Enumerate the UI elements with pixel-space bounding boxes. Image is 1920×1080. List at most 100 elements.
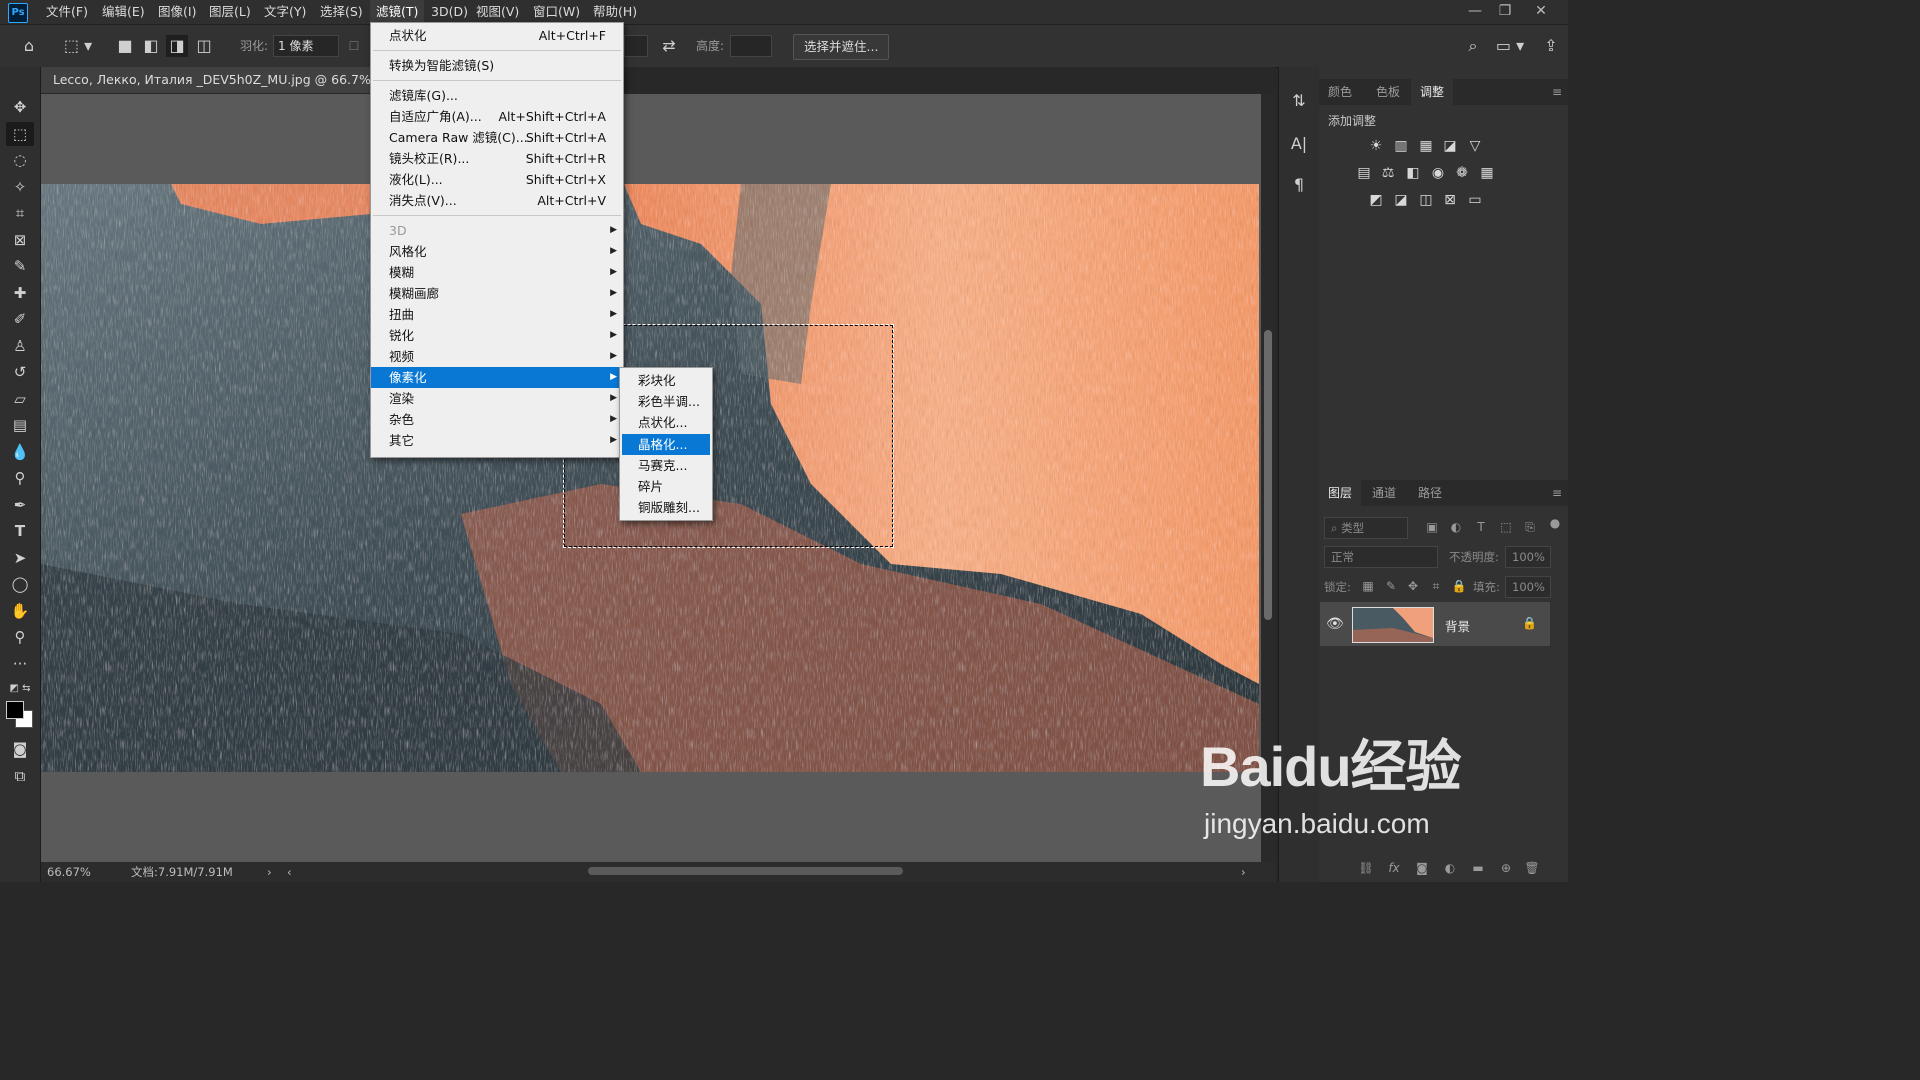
hand-tool-icon[interactable]: ✋ <box>6 599 34 623</box>
filter-toggle-icon[interactable]: ● <box>1546 514 1564 532</box>
brightness-contrast-icon[interactable]: ☀ <box>1366 136 1386 156</box>
scroll-left-icon[interactable]: ‹ <box>287 862 292 882</box>
channel-mixer-icon[interactable]: ❁ <box>1452 163 1472 183</box>
height-field[interactable] <box>730 35 772 57</box>
filter-menu-item[interactable]: 其它 ▶ <box>371 430 623 451</box>
filter-menu-item[interactable]: 视频 ▶ <box>371 346 623 367</box>
history-brush-tool-icon[interactable]: ↺ <box>6 360 34 384</box>
tab-color[interactable]: 颜色 <box>1319 79 1361 105</box>
pixelate-submenu-item[interactable]: 彩色半调... <box>622 391 710 412</box>
filter-menu-item[interactable]: Camera Raw 滤镜(C)... Shift+Ctrl+A <box>371 127 623 148</box>
menu-help[interactable]: 帮助(H) <box>587 0 643 24</box>
lasso-tool-icon[interactable]: ◌ <box>6 148 34 172</box>
lock-image-icon[interactable]: ✎ <box>1382 577 1400 595</box>
menu-filter[interactable]: 滤镜(T) <box>370 0 425 24</box>
blur-tool-icon[interactable]: 💧 <box>6 440 34 464</box>
tab-channels[interactable]: 通道 <box>1363 480 1405 506</box>
filter-menu-item[interactable]: 像素化 ▶ <box>371 367 623 388</box>
search-icon[interactable]: ⌕ <box>1462 35 1484 57</box>
layers-panel-menu-icon[interactable]: ≡ <box>1543 480 1571 506</box>
pixelate-submenu-item[interactable]: 碎片 <box>622 476 710 497</box>
blend-mode-select[interactable]: 正常 <box>1324 546 1438 568</box>
marquee-tool-preset-icon[interactable]: ⬚ ▾ <box>60 35 96 57</box>
clone-stamp-tool-icon[interactable]: ♙ <box>6 334 34 358</box>
ellipse-tool-icon[interactable]: ◯ <box>6 572 34 596</box>
eyedropper-tool-icon[interactable]: ✎ <box>6 254 34 278</box>
visibility-eye-icon[interactable]: 👁 <box>1326 616 1344 632</box>
foreground-color-swatch[interactable] <box>6 701 24 719</box>
menu-file[interactable]: 文件(F) <box>40 0 94 24</box>
filter-menu-item[interactable]: 模糊画廊 ▶ <box>371 283 623 304</box>
zoom-tool-icon[interactable]: ⚲ <box>6 625 34 649</box>
filter-menu-item[interactable]: 3D ▶ <box>371 220 623 241</box>
filter-menu-item[interactable]: 风格化 ▶ <box>371 241 623 262</box>
eraser-tool-icon[interactable]: ▱ <box>6 387 34 411</box>
new-group-icon[interactable]: ▬ <box>1469 859 1487 877</box>
subtract-selection-icon[interactable]: ◨ <box>166 35 188 57</box>
document-tab[interactable]: Lecco, Лекко, Италия _DEV5h0Z_MU.jpg @ 6… <box>41 67 383 93</box>
pixelate-submenu-item[interactable]: 马赛克... <box>622 455 710 476</box>
layer-name[interactable]: 背景 <box>1445 616 1470 635</box>
filter-menu-item[interactable]: 锐化 ▶ <box>371 325 623 346</box>
lock-position-icon[interactable]: ✥ <box>1404 577 1422 595</box>
new-layer-icon[interactable]: ⊕ <box>1497 859 1515 877</box>
panel-menu-icon[interactable]: ≡ <box>1543 79 1571 105</box>
filter-menu-item[interactable]: 杂色 ▶ <box>371 409 623 430</box>
crop-tool-icon[interactable]: ⌗ <box>6 201 34 225</box>
width-field[interactable] <box>624 35 648 57</box>
threshold-icon[interactable]: ◫ <box>1416 190 1436 210</box>
menu-type[interactable]: 文字(Y) <box>258 0 312 24</box>
selective-color-icon[interactable]: ⊠ <box>1440 190 1460 210</box>
tab-paths[interactable]: 路径 <box>1409 480 1451 506</box>
new-adjustment-layer-icon[interactable]: ◐ <box>1441 859 1459 877</box>
status-expand-icon[interactable]: › <box>267 862 272 882</box>
filter-menu-item[interactable]: 自适应广角(A)... Alt+Shift+Ctrl+A <box>371 106 623 127</box>
filter-menu-item[interactable]: 模糊 ▶ <box>371 262 623 283</box>
levels-icon[interactable]: ▥ <box>1391 136 1411 156</box>
menu-edit[interactable]: 编辑(E) <box>96 0 151 24</box>
menu-select[interactable]: 选择(S) <box>314 0 369 24</box>
pen-tool-icon[interactable]: ✒ <box>6 493 34 517</box>
menu-image[interactable]: 图像(I) <box>152 0 202 24</box>
healing-brush-tool-icon[interactable]: ✚ <box>6 281 34 305</box>
vertical-scroll-thumb[interactable] <box>1264 330 1272 620</box>
menu-layer[interactable]: 图层(L) <box>203 0 257 24</box>
more-tools-icon[interactable]: ··· <box>6 652 34 676</box>
hue-saturation-icon[interactable]: ▤ <box>1354 163 1374 183</box>
menu-3d[interactable]: 3D(D) <box>425 0 474 24</box>
add-mask-icon[interactable]: ◙ <box>1413 859 1431 877</box>
frame-tool-icon[interactable]: ⊠ <box>6 228 34 252</box>
move-tool-icon[interactable]: ✥ <box>6 95 34 119</box>
new-selection-icon[interactable]: ■ <box>114 35 136 57</box>
dodge-tool-icon[interactable]: ⚲ <box>6 466 34 490</box>
filter-shape-icon[interactable]: ⬚ <box>1497 518 1515 536</box>
photo-filter-icon[interactable]: ◉ <box>1428 163 1448 183</box>
share-icon[interactable]: ⇪ <box>1540 35 1562 57</box>
zoom-level[interactable]: 66.67% <box>47 862 91 882</box>
filter-menu-item[interactable]: 镜头校正(R)... Shift+Ctrl+R <box>371 148 623 169</box>
curves-icon[interactable]: ▦ <box>1416 136 1436 156</box>
filter-pixel-icon[interactable]: ▣ <box>1423 518 1441 536</box>
restore-button[interactable]: ❐ <box>1488 0 1522 24</box>
filter-menu-item[interactable]: 滤镜库(G)... <box>371 85 623 106</box>
tab-layers[interactable]: 图层 <box>1319 480 1362 506</box>
gradient-tool-icon[interactable]: ▤ <box>6 413 34 437</box>
layer-style-icon[interactable]: fx <box>1385 859 1403 877</box>
horizontal-scroll-thumb[interactable] <box>588 867 903 875</box>
intersect-selection-icon[interactable]: ◫ <box>193 35 215 57</box>
lock-artboard-icon[interactable]: ⌗ <box>1427 577 1445 595</box>
black-white-icon[interactable]: ◧ <box>1403 163 1423 183</box>
layer-filter-field[interactable]: ⌕ 类型 <box>1324 517 1408 539</box>
home-icon[interactable]: ⌂ <box>18 35 40 57</box>
filter-smart-object-icon[interactable]: ⎘ <box>1521 518 1539 536</box>
filter-menu-item[interactable]: 点状化 Alt+Ctrl+F <box>371 25 623 46</box>
lock-all-icon[interactable]: 🔒 <box>1450 577 1468 595</box>
invert-icon[interactable]: ◩ <box>1366 190 1386 210</box>
brush-tool-icon[interactable]: ✐ <box>6 307 34 331</box>
color-lookup-icon[interactable]: ▦ <box>1477 163 1497 183</box>
feather-field[interactable]: 1 像素 <box>273 35 339 57</box>
type-tool-icon[interactable]: T <box>6 519 34 543</box>
vibrance-icon[interactable]: ▽ <box>1465 136 1485 156</box>
filter-menu-item[interactable]: 扭曲 ▶ <box>371 304 623 325</box>
swap-dimensions-icon[interactable]: ⇄ <box>658 35 680 57</box>
